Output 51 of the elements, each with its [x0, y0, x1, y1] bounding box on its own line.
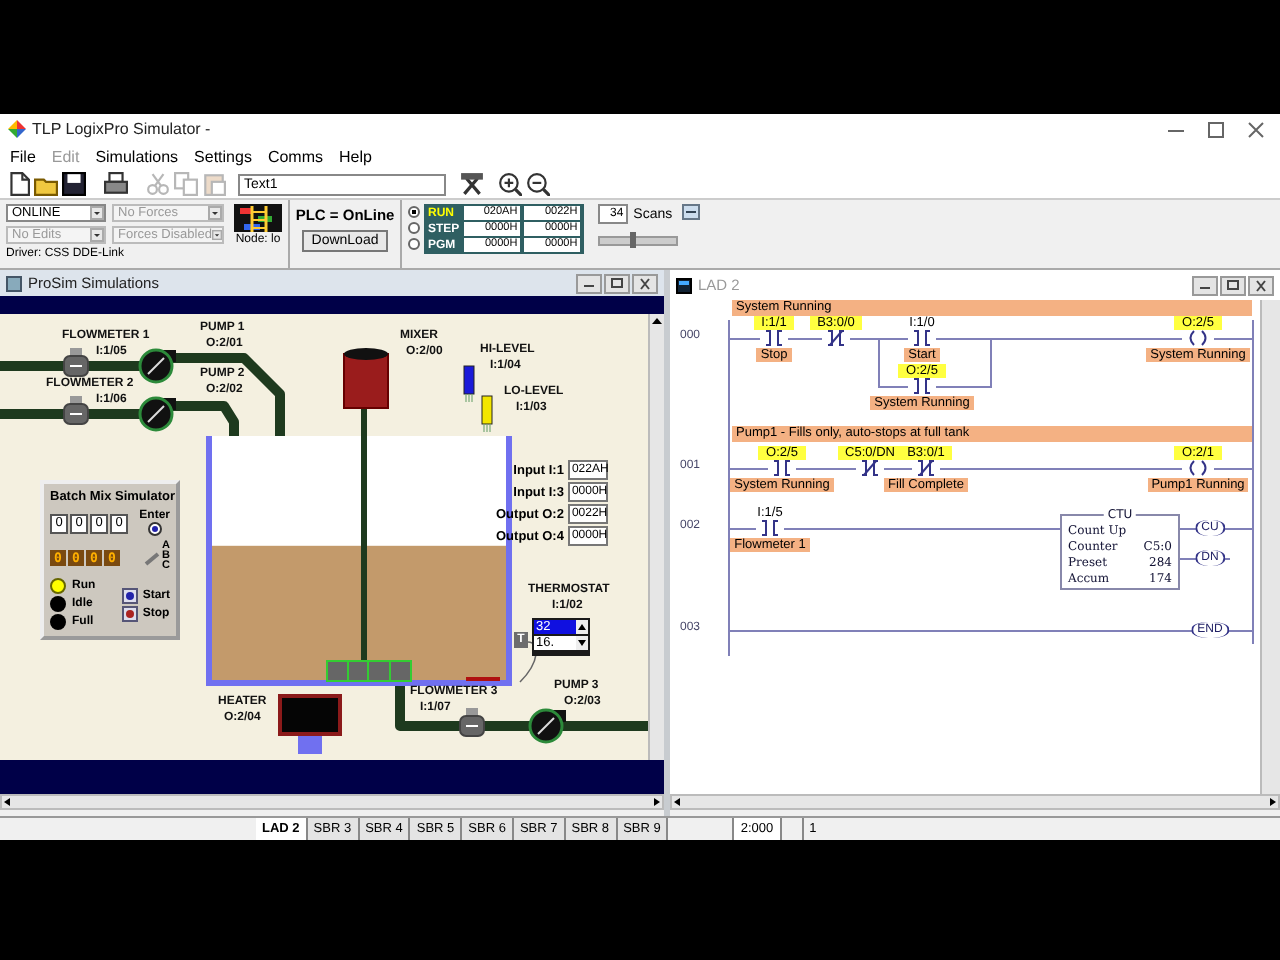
window-title: TLP LogixPro Simulator -	[32, 120, 211, 138]
menu-item[interactable]: Comms	[259, 148, 332, 166]
app-icon	[8, 120, 26, 138]
menu-item[interactable]: Help	[331, 148, 380, 166]
maximize-button[interactable]	[604, 273, 630, 293]
pump-icon	[138, 396, 176, 432]
zoom-in-icon[interactable]	[498, 172, 522, 196]
menu-item[interactable]: File	[2, 148, 44, 166]
printer-icon[interactable]	[104, 172, 128, 196]
menu-item[interactable]: Settings	[186, 148, 260, 166]
new-file-icon[interactable]	[6, 172, 30, 196]
panel-toggle-icon[interactable]	[681, 204, 700, 220]
stop-button[interactable]	[122, 605, 139, 621]
mode-radio[interactable]	[408, 238, 420, 250]
dropdown-arrow-icon	[208, 206, 222, 220]
close-button[interactable]	[1248, 275, 1274, 295]
dropdown-arrow-icon	[90, 228, 104, 242]
mode-radio[interactable]	[408, 222, 420, 234]
scan-slider[interactable]	[597, 236, 678, 246]
pump-icon	[138, 348, 176, 384]
enter-radio[interactable]	[147, 522, 162, 536]
close-icon[interactable]	[1248, 121, 1264, 137]
maximize-button[interactable]	[1220, 275, 1246, 295]
menu-item[interactable]: Simulations	[87, 148, 187, 166]
mode-radio[interactable]	[408, 206, 420, 218]
selector-switch-icon[interactable]	[144, 549, 161, 565]
flowmeter-icon	[63, 348, 89, 377]
close-button[interactable]	[632, 273, 658, 293]
dropdown-arrow-icon	[90, 206, 104, 220]
save-icon[interactable]	[62, 172, 86, 196]
window-icon	[676, 277, 692, 293]
horizontal-scrollbar[interactable]	[670, 794, 1280, 810]
flowmeter-icon	[63, 396, 89, 425]
thermostat-wire	[519, 641, 537, 683]
dropdown-arrow-icon	[211, 228, 222, 242]
spin-up-icon[interactable]	[576, 620, 588, 634]
window-icon	[6, 275, 22, 291]
flowmeter-icon	[459, 708, 485, 737]
ladder-logo-icon	[234, 204, 282, 232]
pump-icon	[528, 708, 566, 744]
spin-down-icon[interactable]	[576, 636, 588, 650]
vertical-scrollbar[interactable]	[648, 314, 664, 760]
horizontal-scrollbar[interactable]	[0, 794, 664, 810]
maximize-icon[interactable]	[1208, 121, 1224, 137]
vertical-scrollbar[interactable]	[1260, 300, 1280, 794]
heater-drawing	[278, 694, 342, 754]
minimize-button[interactable]	[576, 273, 602, 293]
start-button[interactable]	[122, 587, 139, 603]
slider-thumb[interactable]	[630, 232, 637, 248]
minimize-button[interactable]	[1192, 275, 1218, 295]
zoom-out-icon[interactable]	[526, 172, 550, 196]
